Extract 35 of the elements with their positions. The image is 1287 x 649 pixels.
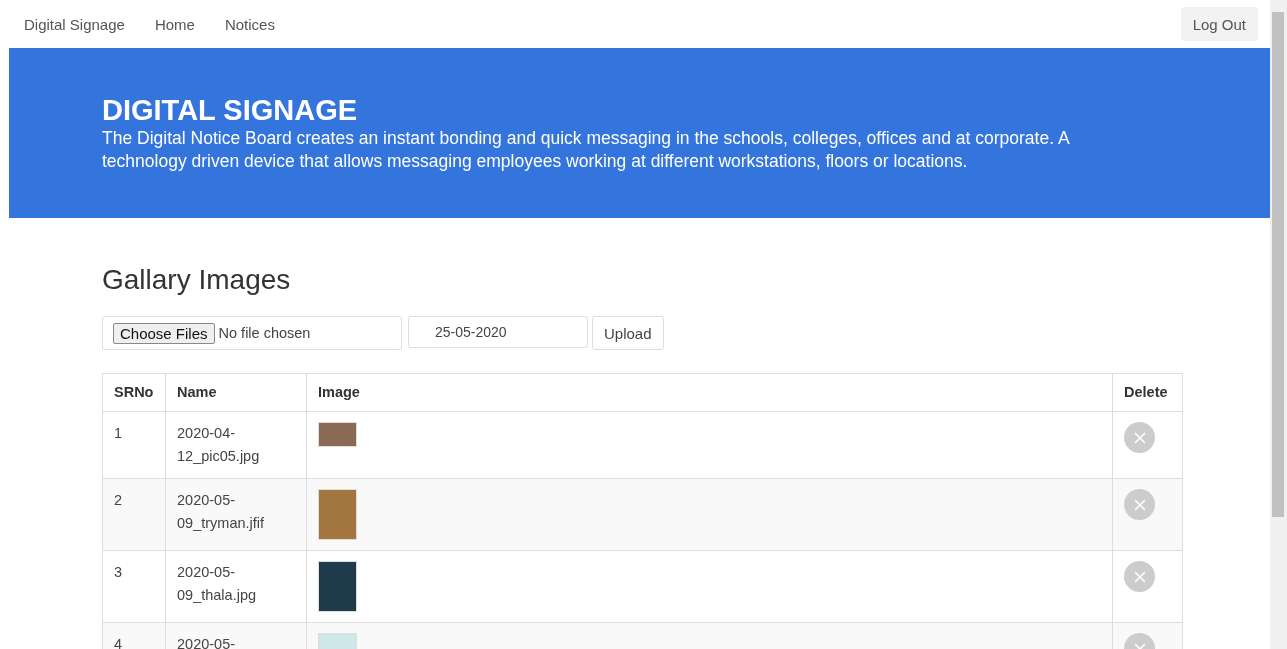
column-header: SRNo: [102, 373, 166, 412]
close-icon: [1132, 497, 1147, 512]
delete-button[interactable]: [1124, 561, 1155, 592]
section-heading: Gallary Images: [102, 264, 292, 296]
table-cell: 2: [102, 478, 166, 551]
banner-text: The Digital Notice Board creates an instant bonding and quick messaging in the schools, colleges, offices and at corporate. A technology driven device that allows messaging employees working at different workstations, floors or locations.: [102, 127, 1071, 173]
banner-title: DIGITAL SIGNAGE: [102, 94, 359, 127]
delete-button[interactable]: [1124, 489, 1155, 520]
table-cell: 2020-05-09_thala.jpg: [165, 550, 307, 623]
table-cell: 2020-04-12_pic05.jpg: [165, 411, 307, 479]
brand-link[interactable]: Digital Signage: [24, 15, 125, 33]
file-input[interactable]: Choose Files No file chosen: [102, 316, 402, 350]
date-field[interactable]: 25-05-2020: [408, 316, 588, 348]
table-cell: 3: [102, 550, 166, 623]
table-cell: 1: [102, 411, 166, 479]
scrollbar[interactable]: [1270, 0, 1287, 649]
file-status: No file chosen: [218, 325, 311, 341]
photo-placeholder: [318, 489, 357, 540]
photo-placeholder: [318, 422, 357, 447]
table-cell: 4: [102, 622, 166, 649]
photo-placeholder: [318, 561, 357, 612]
column-header: Name: [165, 373, 307, 412]
table-cell: 2020-05-09_tryman.jfif: [165, 478, 307, 551]
column-header: Image: [306, 373, 1113, 412]
table-cell: 2020-05-: [165, 622, 307, 649]
close-icon: [1132, 569, 1147, 584]
logout-button[interactable]: Log Out: [1180, 7, 1258, 41]
column-header: Delete: [1112, 373, 1183, 412]
scrollbar-thumb[interactable]: [1272, 12, 1284, 517]
close-icon: [1132, 430, 1147, 445]
upload-button[interactable]: Upload: [592, 316, 664, 350]
delete-button[interactable]: [1124, 422, 1155, 453]
choose-files-button[interactable]: Choose Files: [113, 322, 215, 344]
nav-link[interactable]: Home: [154, 15, 195, 33]
nav-link[interactable]: Notices: [224, 15, 275, 33]
